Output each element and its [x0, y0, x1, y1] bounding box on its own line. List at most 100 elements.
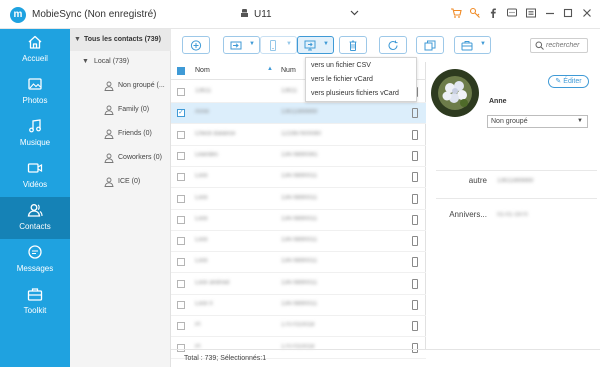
- row-number: 13478890011: [281, 173, 318, 180]
- contact-groups-panel: ▼ Tous les contacts (739) ▼ Local (739) …: [70, 29, 171, 367]
- sidebar-item-label: Contacts: [19, 222, 51, 231]
- table-row[interactable]: Lock II 13478890011: [171, 295, 426, 316]
- sidebar-item-photos[interactable]: Photos: [0, 71, 70, 113]
- import-button[interactable]: ▼: [223, 36, 260, 54]
- maximize-icon[interactable]: [561, 7, 575, 21]
- cart-icon[interactable]: [449, 7, 463, 21]
- all-contacts-group[interactable]: ▼ Tous les contacts (739): [70, 29, 171, 51]
- menu-icon[interactable]: [524, 7, 538, 21]
- refresh-button[interactable]: [379, 36, 407, 54]
- table-row[interactable]: Pl 1707010018: [171, 316, 426, 338]
- row-checkbox[interactable]: [177, 194, 185, 203]
- field-value-other: 13611869869: [497, 178, 534, 184]
- search-input[interactable]: [546, 40, 586, 51]
- row-checkbox[interactable]: [177, 322, 185, 331]
- group-select[interactable]: Non groupé ▼: [487, 115, 588, 128]
- sidebar-item-musique[interactable]: Musique: [0, 113, 70, 155]
- search-box[interactable]: [530, 38, 588, 53]
- group-item-coworkers[interactable]: Coworkers (0): [104, 153, 170, 165]
- sidebar-item-messages[interactable]: Messages: [0, 239, 70, 281]
- row-checkbox[interactable]: [177, 258, 185, 267]
- sidebar-item-label: Toolkit: [23, 306, 47, 315]
- transfer-to-device-button[interactable]: ▼: [260, 36, 297, 54]
- table-row[interactable]: Check Balance 121987600080: [171, 125, 426, 146]
- minimize-icon[interactable]: [543, 7, 557, 21]
- row-checkbox[interactable]: [177, 173, 185, 182]
- photo-icon: [28, 78, 42, 90]
- column-header-name[interactable]: Nom: [195, 67, 210, 74]
- row-number: 13611869869: [281, 109, 318, 116]
- app-title: MobieSync (Non enregistré): [32, 9, 157, 20]
- feedback-icon[interactable]: [505, 7, 519, 21]
- table-row[interactable]: Lock 13478890011: [171, 210, 426, 231]
- field-label-other: autre: [468, 176, 487, 185]
- delete-button[interactable]: [339, 36, 367, 54]
- select-all-checkbox[interactable]: [177, 67, 185, 75]
- sidebar-item-label: Messages: [16, 264, 54, 273]
- music-icon: [29, 119, 41, 133]
- export-to-pc-button[interactable]: ▼: [297, 36, 334, 54]
- duplicate-icon: [424, 40, 436, 51]
- row-checkbox[interactable]: [177, 279, 185, 288]
- row-checkbox[interactable]: ✓: [177, 109, 185, 118]
- table-row[interactable]: Leandes 13478890081: [171, 146, 426, 167]
- table-row[interactable]: Lock 13478890011: [171, 189, 426, 210]
- column-header-number[interactable]: Num: [281, 67, 296, 74]
- person-icon: [104, 177, 114, 187]
- device-chevron-down-icon[interactable]: [350, 8, 359, 19]
- add-contact-button[interactable]: [182, 36, 210, 54]
- group-item-non-groupe[interactable]: Non groupé (...: [104, 81, 170, 93]
- row-checkbox[interactable]: [177, 301, 185, 309]
- toolbox-button[interactable]: ▼: [454, 36, 491, 54]
- group-item-family[interactable]: Family (0): [104, 105, 170, 117]
- group-item-friends[interactable]: Friends (0): [104, 129, 170, 141]
- local-count: (739): [112, 58, 130, 65]
- local-group[interactable]: ▼ Local (739): [70, 57, 171, 69]
- table-row[interactable]: ✓ Anne 13611869869: [171, 103, 426, 125]
- row-number: 13478890011: [281, 258, 318, 265]
- group-item-ice[interactable]: ICE (0): [104, 177, 170, 189]
- row-name: Lock: [195, 215, 208, 222]
- local-label: Local: [94, 58, 111, 65]
- contact-avatar[interactable]: [431, 69, 479, 117]
- table-row[interactable]: Lock android 13478890011: [171, 274, 426, 295]
- edit-contact-button[interactable]: ✎ Éditer: [548, 75, 589, 88]
- chevron-down-icon: ▼: [480, 41, 486, 47]
- row-checkbox[interactable]: [177, 151, 185, 160]
- sidebar-item-accueil[interactable]: Accueil: [0, 29, 70, 71]
- menu-item-export-vcard[interactable]: vers le fichier vCard: [306, 73, 416, 87]
- device-name[interactable]: U11: [254, 9, 272, 20]
- group-item-label: ICE: [118, 178, 130, 185]
- phone-icon: [412, 257, 418, 268]
- row-name: Anne: [195, 109, 210, 116]
- divider: [436, 198, 597, 199]
- table-row[interactable]: Lock 13478890011: [171, 231, 426, 253]
- sidebar-item-videos[interactable]: Vidéos: [0, 155, 70, 197]
- row-checkbox[interactable]: [177, 215, 185, 224]
- row-checkbox[interactable]: [177, 237, 185, 246]
- caret-down-icon: ▼: [82, 58, 89, 65]
- sidebar-item-contacts[interactable]: Contacts: [0, 197, 70, 239]
- row-checkbox[interactable]: [177, 88, 185, 96]
- row-name: 13611: [195, 88, 212, 94]
- row-checkbox[interactable]: [177, 130, 185, 139]
- sidebar-item-toolkit[interactable]: Toolkit: [0, 281, 70, 323]
- table-row[interactable]: Lock 13478890011: [171, 252, 426, 274]
- key-icon[interactable]: [468, 7, 482, 21]
- status-text: Total : 739; Sélectionnés:1: [184, 355, 267, 362]
- row-name: Leandes: [195, 151, 219, 158]
- sort-asc-icon[interactable]: ▲: [267, 66, 273, 72]
- refresh-icon: [388, 40, 398, 51]
- facebook-icon[interactable]: [486, 7, 500, 21]
- close-icon[interactable]: [580, 7, 594, 21]
- menu-item-export-csv[interactable]: vers un fichier CSV: [306, 59, 416, 73]
- phone-icon: [412, 300, 418, 310]
- row-number: 1707010018: [281, 322, 315, 329]
- table-row[interactable]: Lock 13478890011: [171, 167, 426, 189]
- phone-icon: [412, 278, 418, 289]
- menu-item-export-multiple-vcard[interactable]: vers plusieurs fichiers vCard: [306, 87, 416, 101]
- row-name: Pl: [195, 322, 201, 329]
- phone-icon: [412, 129, 418, 140]
- group-item-count: (0): [153, 154, 162, 161]
- deduplicate-button[interactable]: [416, 36, 444, 54]
